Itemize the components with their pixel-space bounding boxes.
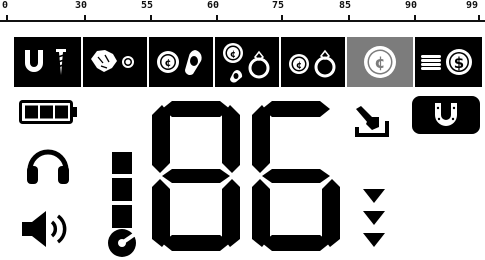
ring-icon [248, 50, 270, 79]
ring-icon [314, 49, 336, 78]
pinpoint-shovel-icon [355, 106, 389, 137]
segment-silver-dollar[interactable]: $ [415, 37, 482, 87]
foil-icon [91, 50, 117, 72]
large-cent-coin-icon: ¢ [364, 46, 396, 78]
segment-coin-ring[interactable]: ¢ [281, 37, 345, 87]
segment-nickel[interactable]: ¢ [149, 37, 213, 87]
scale-tick-75: 75 [272, 0, 285, 11]
target-id-display [152, 101, 340, 251]
small-coin-icon [122, 56, 134, 68]
target-id-digit-6 [252, 101, 340, 251]
battery-icon [19, 100, 77, 124]
scale-tick-60: 60 [207, 0, 220, 11]
svg-text:¢: ¢ [296, 61, 302, 71]
nail-icon [56, 49, 66, 75]
discrimination-scale: 0 30 55 60 75 85 90 99 [0, 0, 485, 22]
cent-coin-icon: ¢ [223, 43, 243, 63]
segment-foil[interactable] [83, 37, 147, 87]
scale-baseline [0, 20, 485, 22]
scale-tick-99: 99 [466, 0, 479, 11]
scale-tick-0: 0 [2, 0, 9, 11]
sensitivity-dial-icon [108, 229, 137, 257]
speaker-volume-icon [22, 211, 67, 247]
segment-large-coin[interactable]: ¢ [347, 37, 413, 87]
scale-tick-30: 30 [75, 0, 88, 11]
cent-coin-icon: ¢ [289, 54, 309, 74]
depth-arrow-icon [363, 211, 385, 225]
headphones-icon [27, 149, 69, 184]
depth-arrow-icon [363, 189, 385, 203]
coin-stack-icon [421, 55, 441, 70]
svg-text:¢: ¢ [374, 53, 385, 72]
target-id-digit-8 [152, 101, 240, 251]
discrimination-bar: ¢ ¢ ¢ ¢ $ [14, 37, 482, 87]
segment-iron[interactable] [14, 37, 81, 87]
scale-tick-55: 55 [141, 0, 154, 11]
nickel-coin-icon: ¢ [157, 51, 179, 73]
segment-coin-ring-tab[interactable]: ¢ [215, 37, 279, 87]
depth-indicator [363, 189, 385, 247]
dollar-coin-icon: $ [446, 49, 472, 75]
magnet-icon [25, 50, 43, 72]
scale-tick-90: 90 [405, 0, 418, 11]
pulltab-small-icon [230, 70, 243, 83]
pulltab-icon [185, 50, 202, 75]
svg-text:¢: ¢ [230, 50, 236, 60]
svg-text:$: $ [454, 54, 464, 72]
svg-text:¢: ¢ [165, 58, 172, 69]
horseshoe-mode-icon[interactable] [411, 95, 481, 135]
depth-arrow-icon [363, 233, 385, 247]
signal-strength-bar [112, 152, 132, 228]
scale-tick-85: 85 [339, 0, 352, 11]
